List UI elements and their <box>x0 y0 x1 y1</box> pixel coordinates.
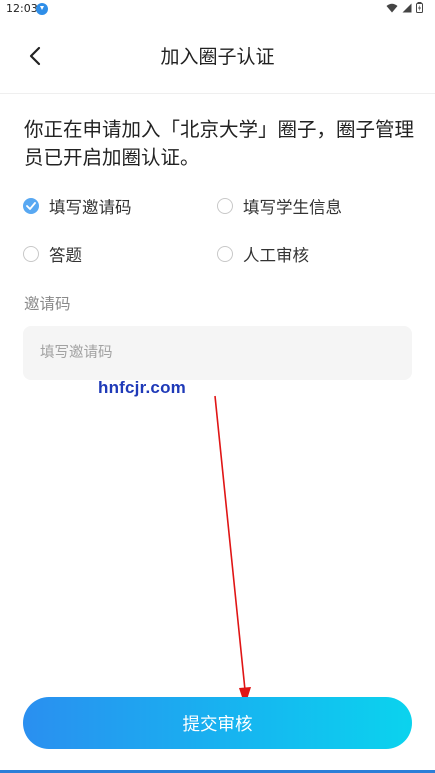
option-student-info[interactable]: 填写学生信息 <box>217 194 342 218</box>
chevron-left-icon <box>29 46 41 66</box>
header-divider <box>0 93 435 94</box>
option-label: 人工审核 <box>243 246 309 265</box>
screen: 12:03 加入圈子认证 你正在申请加入「北京大学」圈子，圈子管理员已开启加圈认… <box>0 0 435 773</box>
option-quiz[interactable]: 答题 <box>23 242 82 266</box>
status-time: 12:03 <box>6 2 38 15</box>
radio-checked-icon <box>23 198 39 214</box>
page-title: 加入圈子认证 <box>160 46 275 68</box>
radio-unchecked-icon <box>217 246 233 262</box>
option-label: 答题 <box>49 246 82 265</box>
status-bar: 12:03 <box>0 0 435 18</box>
radio-unchecked-icon <box>23 246 39 262</box>
invite-code-input[interactable] <box>23 326 412 380</box>
wifi-icon <box>386 3 398 12</box>
option-manual-review[interactable]: 人工审核 <box>217 242 309 266</box>
invite-code-label: 邀请码 <box>24 295 71 313</box>
submit-review-button[interactable]: 提交审核 <box>23 697 412 749</box>
option-label: 填写学生信息 <box>243 198 342 217</box>
radio-unchecked-icon <box>217 198 233 214</box>
header: 加入圈子认证 <box>0 30 435 86</box>
status-icons <box>386 2 423 13</box>
watermark: hnfcjr.com <box>98 378 186 397</box>
option-invite-code[interactable]: 填写邀请码 <box>23 194 132 218</box>
battery-icon <box>416 2 423 13</box>
back-button[interactable] <box>22 42 52 72</box>
download-icon <box>36 3 48 15</box>
intro-text: 你正在申请加入「北京大学」圈子，圈子管理员已开启加圈认证。 <box>24 118 415 169</box>
option-label: 填写邀请码 <box>49 198 132 217</box>
signal-icon <box>402 3 412 12</box>
